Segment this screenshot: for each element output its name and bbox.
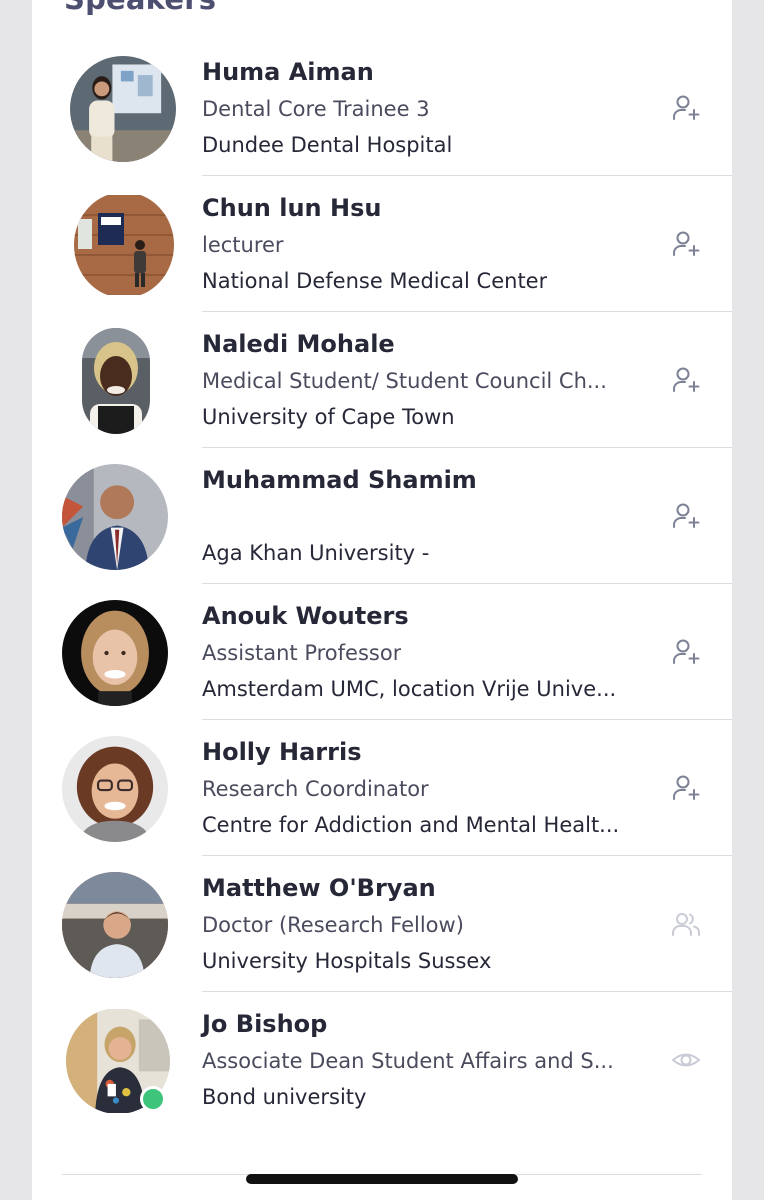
add-contact-icon bbox=[673, 231, 700, 256]
add-contact-icon bbox=[673, 367, 700, 392]
speaker-name[interactable]: Muhammad Shamim bbox=[202, 466, 477, 494]
speaker-name[interactable]: Naledi Mohale bbox=[202, 330, 395, 358]
add-contact-button[interactable] bbox=[666, 88, 706, 128]
avatar bbox=[74, 192, 174, 298]
speaker-row[interactable]: Holly Harris Research Coordinator Centre… bbox=[32, 720, 732, 856]
add-contact-icon bbox=[673, 95, 700, 120]
speaker-name[interactable]: Anouk Wouters bbox=[202, 602, 409, 630]
speaker-name[interactable]: Holly Harris bbox=[202, 738, 362, 766]
speaker-row[interactable]: Naledi Mohale Medical Student/ Student C… bbox=[32, 312, 732, 448]
speaker-organization: Dundee Dental Hospital bbox=[202, 133, 453, 157]
section-title: Speakers bbox=[64, 0, 216, 16]
add-contact-button[interactable] bbox=[666, 360, 706, 400]
speaker-organization: Aga Khan University - bbox=[202, 541, 430, 565]
speaker-name[interactable]: Matthew O'Bryan bbox=[202, 874, 436, 902]
contacts-icon bbox=[672, 913, 701, 936]
speaker-row[interactable]: Anouk Wouters Assistant Professor Amster… bbox=[32, 584, 732, 720]
speaker-title: Doctor (Research Fellow) bbox=[202, 913, 464, 937]
view-profile-button[interactable] bbox=[666, 1040, 706, 1080]
speaker-organization: Amsterdam UMC, location Vrije Unive... bbox=[202, 677, 617, 701]
speaker-name[interactable]: Jo Bishop bbox=[202, 1010, 327, 1038]
contacts-button[interactable] bbox=[666, 904, 706, 944]
speaker-row[interactable]: Muhammad Shamim Aga Khan University - bbox=[32, 448, 732, 584]
speaker-title: Dental Core Trainee 3 bbox=[202, 97, 430, 121]
speaker-name[interactable]: Chun lun Hsu bbox=[202, 194, 381, 222]
speaker-row[interactable]: Huma Aiman Dental Core Trainee 3 Dundee … bbox=[32, 40, 732, 176]
avatar bbox=[62, 872, 168, 978]
speaker-title: Assistant Professor bbox=[202, 641, 402, 665]
add-contact-button[interactable] bbox=[666, 632, 706, 672]
speaker-title: Research Coordinator bbox=[202, 777, 429, 801]
add-contact-icon bbox=[673, 639, 700, 664]
speaker-title: Medical Student/ Student Council Ch... bbox=[202, 369, 607, 393]
add-contact-button[interactable] bbox=[666, 768, 706, 808]
speaker-row[interactable]: Matthew O'Bryan Doctor (Research Fellow)… bbox=[32, 856, 732, 992]
speaker-organization: Bond university bbox=[202, 1085, 367, 1109]
avatar bbox=[62, 736, 168, 842]
speaker-organization: Centre for Addiction and Mental Healt... bbox=[202, 813, 620, 837]
speaker-row[interactable]: Jo Bishop Associate Dean Student Affairs… bbox=[32, 992, 732, 1128]
speaker-name[interactable]: Huma Aiman bbox=[202, 58, 374, 86]
avatar bbox=[70, 56, 176, 162]
add-contact-icon bbox=[673, 503, 700, 528]
eye-icon bbox=[671, 1053, 701, 1067]
add-contact-button[interactable] bbox=[666, 496, 706, 536]
speaker-organization: University of Cape Town bbox=[202, 405, 455, 429]
add-contact-icon bbox=[673, 775, 700, 800]
avatar bbox=[82, 328, 150, 434]
speaker-organization: University Hospitals Sussex bbox=[202, 949, 492, 973]
speaker-row[interactable]: Chun lun Hsu lecturer National Defense M… bbox=[32, 176, 732, 312]
add-contact-button[interactable] bbox=[666, 224, 706, 264]
speaker-organization: National Defense Medical Center bbox=[202, 269, 548, 293]
online-status-indicator bbox=[140, 1086, 166, 1112]
speaker-title: lecturer bbox=[202, 233, 284, 257]
home-indicator[interactable] bbox=[246, 1174, 518, 1184]
speakers-card: Speakers Huma Aiman Dental Core Trainee … bbox=[32, 0, 732, 1200]
speaker-title: Associate Dean Student Affairs and S... bbox=[202, 1049, 614, 1073]
avatar bbox=[62, 600, 168, 706]
avatar bbox=[62, 464, 168, 570]
